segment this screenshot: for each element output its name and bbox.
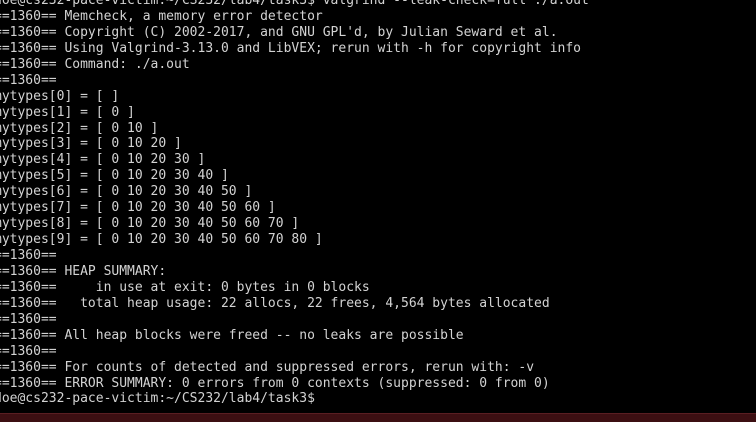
terminal-line: ==1360== — [0, 311, 57, 327]
taskbar-strip — [0, 413, 756, 422]
terminal-line: ==1360== — [0, 72, 57, 88]
shell-prompt: doe@cs232-pace-victim:~/CS232/lab4/task3… — [0, 391, 315, 407]
terminal-output: doe@cs232-pace-victim:~/CS232/lab4/task3… — [0, 0, 589, 407]
terminal-line: mytypes[3] = [ 0 10 20 ] — [0, 136, 182, 152]
terminal-line: ==1360== Using Valgrind-3.13.0 and LibVE… — [0, 40, 581, 56]
terminal-line: ==1360== HEAP SUMMARY: — [0, 263, 167, 279]
terminal-line: mytypes[0] = [ ] — [0, 88, 120, 104]
terminal-line: mytypes[2] = [ 0 10 ] — [0, 120, 159, 136]
terminal-line: ==1360== Copyright (C) 2002-2017, and GN… — [0, 24, 558, 40]
terminal-line: mytypes[4] = [ 0 10 20 30 ] — [0, 152, 206, 168]
terminal-line: mytypes[1] = [ 0 ] — [0, 104, 135, 120]
terminal-line: ==1360== in use at exit: 0 bytes in 0 bl… — [0, 279, 370, 295]
terminal-line: ==1360== For counts of detected and supp… — [0, 359, 535, 375]
terminal-line: ==1360== total heap usage: 22 allocs, 22… — [0, 295, 550, 311]
terminal-line: ==1360== — [0, 343, 57, 359]
terminal-prompt-line[interactable]: doe@cs232-pace-victim:~/CS232/lab4/task3… — [0, 391, 589, 407]
terminal-line: mytypes[7] = [ 0 10 20 30 40 50 60 ] — [0, 200, 276, 216]
terminal-line: mytypes[6] = [ 0 10 20 30 40 50 ] — [0, 184, 253, 200]
terminal-line: mytypes[8] = [ 0 10 20 30 40 50 60 70 ] — [0, 216, 300, 232]
terminal-line: doe@cs232-pace-victim:~/CS232/lab4/task3… — [0, 0, 589, 8]
terminal-window[interactable]: doe@cs232-pace-victim:~/CS232/lab4/task3… — [0, 0, 756, 413]
terminal-line: mytypes[9] = [ 0 10 20 30 40 50 60 70 80… — [0, 232, 323, 248]
terminal-line: mytypes[5] = [ 0 10 20 30 40 ] — [0, 168, 229, 184]
terminal-line: ==1360== ERROR SUMMARY: 0 errors from 0 … — [0, 375, 550, 391]
terminal-line: ==1360== All heap blocks were freed -- n… — [0, 327, 464, 343]
terminal-line: ==1360== Command: ./a.out — [0, 56, 190, 72]
text-cursor — [315, 391, 321, 404]
terminal-line: ==1360== — [0, 248, 57, 263]
terminal-line: ==1360== Memcheck, a memory error detect… — [0, 8, 323, 24]
